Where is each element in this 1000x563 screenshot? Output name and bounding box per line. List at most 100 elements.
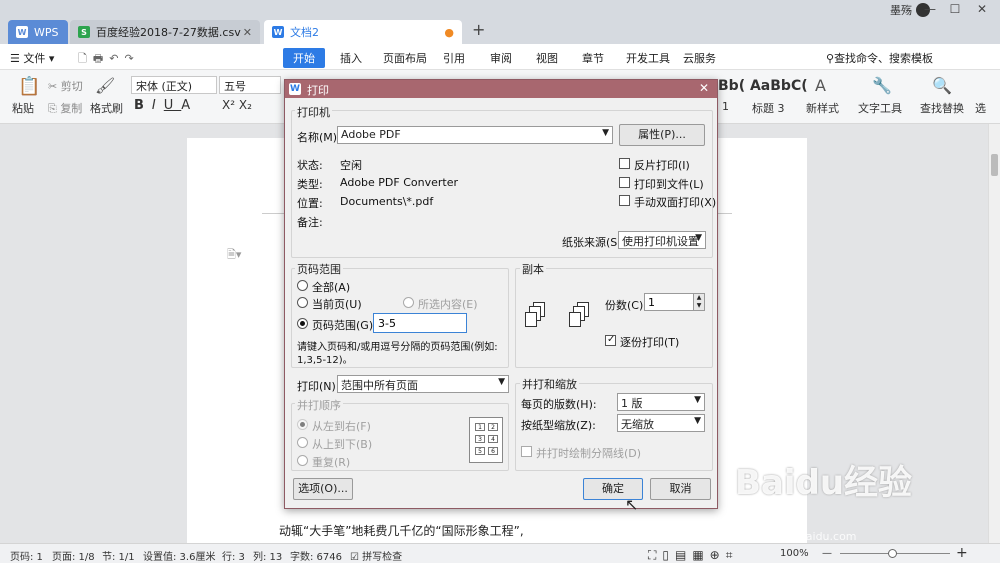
mouse-cursor-icon: ↖ — [625, 495, 639, 514]
copy-label: 复制 — [60, 102, 83, 115]
font-size-select[interactable]: 五号 — [219, 76, 281, 94]
vertical-scrollbar[interactable] — [988, 124, 1000, 543]
paste-icon[interactable]: 📋 — [18, 76, 40, 97]
page-range-input[interactable] — [373, 313, 467, 333]
left-to-right-radio[interactable] — [297, 419, 308, 430]
font-family-select[interactable]: 宋体 (正文) — [131, 76, 217, 94]
quick-access-icons[interactable]: 🗋🖶↶↷ — [78, 50, 140, 69]
new-style-icon[interactable]: A — [815, 76, 826, 95]
status-col: 列: 13 — [253, 552, 283, 563]
dialog-title: 打印 — [307, 84, 329, 97]
repeat-radio[interactable] — [297, 455, 308, 466]
superscript-button[interactable]: X² X₂ — [222, 98, 252, 112]
selection-radio[interactable] — [403, 297, 414, 308]
paragraph-icon: 🗎▾ — [227, 248, 242, 261]
magnifier-icon[interactable]: 🔍 — [932, 76, 952, 95]
view-mode-icons[interactable]: ⛶▯▤▦⊕⌗ — [648, 548, 739, 563]
tab-wps[interactable]: W WPS — [8, 20, 68, 44]
properties-button[interactable]: 属性(P)... — [619, 124, 705, 146]
zoom-out-icon[interactable]: — — [822, 548, 832, 559]
text-tools-button[interactable]: 文字工具 — [858, 100, 902, 116]
style-gallery[interactable]: Bb( AaBbC( — [718, 78, 808, 94]
options-button[interactable]: 选项(O)... — [293, 478, 353, 500]
copies-label: 份数(C): — [605, 299, 647, 312]
copies-input[interactable] — [644, 293, 694, 311]
spell-check-button[interactable]: ☑ 拼写检查 — [350, 548, 402, 563]
command-search[interactable]: ⚲查找命令、搜索模板 — [826, 50, 933, 66]
dialog-title-bar[interactable]: W 打印 ✕ — [285, 80, 717, 98]
tab-csv-file[interactable]: S 百度经验2018-7-27数据.csv ✕ — [70, 20, 260, 44]
status-pages: 页面: 1/8 — [52, 552, 95, 563]
zoom-in-icon[interactable]: + — [956, 545, 968, 561]
tab-document[interactable]: W 文档2 ● — [264, 20, 462, 44]
zoom-level[interactable]: 100% — [780, 548, 809, 559]
per-page-select[interactable]: 1 版 ▼ — [617, 393, 705, 411]
command-search-label: 查找命令、搜索模板 — [834, 52, 934, 65]
print-to-file-checkbox[interactable] — [619, 177, 630, 188]
cancel-button[interactable]: 取消 — [650, 478, 711, 500]
menu-start[interactable]: 开始 — [283, 48, 325, 68]
scale-select[interactable]: 无缩放 ▼ — [617, 414, 705, 432]
collate-label: 逐份打印(T) — [620, 336, 680, 349]
scissors-icon: ✂ — [48, 80, 58, 93]
dialog-close-icon[interactable]: ✕ — [699, 81, 709, 95]
menu-review[interactable]: 审阅 — [490, 50, 512, 66]
reverse-print-checkbox[interactable] — [619, 158, 630, 169]
zoom-slider-handle[interactable] — [888, 549, 897, 558]
order-preview-cell: 2 — [488, 423, 498, 431]
menu-page-layout[interactable]: 页面布局 — [383, 50, 427, 66]
order-preview-cell: 3 — [475, 435, 485, 443]
search-icon: ⚲ — [826, 52, 835, 65]
print-what-label: 打印(N): — [297, 380, 340, 393]
minimize-button[interactable]: — — [920, 2, 940, 18]
status-page: 页码: 1 — [10, 552, 43, 563]
page-range-radio[interactable] — [297, 318, 308, 329]
style-label-1[interactable]: 1 — [722, 100, 729, 113]
close-window-button[interactable]: ✕ — [972, 2, 992, 18]
copies-spinner[interactable]: ▲ ▼ — [693, 293, 705, 311]
menu-developer[interactable]: 开发工具 — [626, 50, 670, 66]
selection-label: 所选内容(E) — [418, 298, 478, 311]
copy-button[interactable]: ⎘ 复制 — [48, 100, 82, 116]
current-page-radio[interactable] — [297, 297, 308, 308]
menu-chapter[interactable]: 章节 — [582, 50, 604, 66]
menu-cloud[interactable]: 云服务 — [683, 50, 716, 66]
cut-button[interactable]: ✂ 剪切 — [48, 78, 83, 94]
collate-checkbox[interactable] — [605, 334, 616, 346]
menu-insert[interactable]: 插入 — [340, 50, 362, 66]
file-menu[interactable]: ☰ 文件 ▾ — [10, 50, 54, 66]
maximize-button[interactable]: ☐ — [945, 2, 965, 18]
paste-button[interactable]: 粘贴 — [12, 100, 34, 116]
file-menu-label: 文件 — [23, 52, 46, 65]
style-label-2[interactable]: 标题 3 — [752, 100, 785, 116]
dropdown-arrow-icon: ▼ — [498, 377, 505, 387]
page-range-hint-example: 1,3,5-12)。 — [297, 355, 353, 366]
status-chars: 字数: 6746 — [290, 552, 342, 563]
current-page-label: 当前页(U) — [312, 298, 362, 311]
dropdown-arrow-icon: ▼ — [602, 128, 609, 138]
font-format-buttons[interactable]: BIUA — [134, 98, 198, 113]
wrench-icon[interactable]: 🔧 — [872, 76, 892, 95]
duplex-label: 手动双面打印(X) — [634, 196, 717, 209]
format-painter-button[interactable]: 格式刷 — [90, 100, 123, 116]
location-label: 位置: — [297, 197, 323, 210]
printer-name-select[interactable]: Adobe PDF ▼ — [337, 126, 613, 144]
all-pages-radio[interactable] — [297, 280, 308, 291]
scroll-thumb[interactable] — [991, 154, 998, 176]
copies-group-label: 副本 — [520, 261, 546, 277]
menu-references[interactable]: 引用 — [443, 50, 465, 66]
format-painter-icon[interactable]: 🖌 — [95, 76, 115, 95]
new-tab-button[interactable]: + — [472, 20, 485, 39]
copy-icon: ⎘ — [48, 102, 57, 115]
find-replace-button[interactable]: 查找替换 — [920, 100, 964, 116]
close-icon[interactable]: ✕ — [243, 26, 252, 39]
top-to-bottom-radio[interactable] — [297, 437, 308, 448]
print-what-select[interactable]: 范围中所有页面 ▼ — [337, 375, 509, 393]
new-style-button[interactable]: 新样式 — [806, 100, 839, 116]
draw-lines-checkbox[interactable] — [521, 446, 532, 457]
paper-source-select[interactable]: 使用打印机设置 ▼ — [618, 231, 706, 249]
menu-view[interactable]: 视图 — [536, 50, 558, 66]
duplex-checkbox[interactable] — [619, 195, 630, 206]
cut-label: 剪切 — [60, 80, 83, 93]
select-button[interactable]: 选 — [975, 100, 986, 116]
